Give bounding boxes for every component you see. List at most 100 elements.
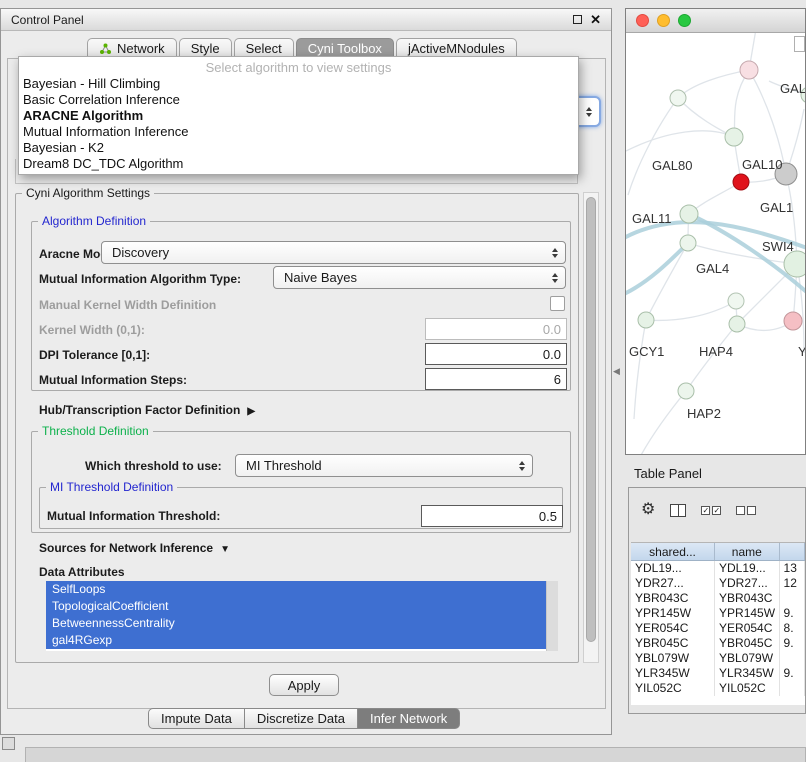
- deselect-all-checkboxes-icon[interactable]: [736, 506, 756, 515]
- menu-item-bayesian-hill-climbing[interactable]: Bayesian - Hill Climbing: [19, 76, 578, 92]
- kernel-width-value: 0.0: [543, 322, 561, 337]
- aracne-mode-select[interactable]: Discovery: [101, 241, 566, 264]
- menu-item-mutual-information-inference[interactable]: Mutual Information Inference: [19, 124, 578, 140]
- gear-icon[interactable]: ⚙: [641, 502, 655, 518]
- network-node[interactable]: [784, 251, 805, 277]
- network-edge: [646, 301, 736, 320]
- threshold-definition-title: Threshold Definition: [38, 424, 153, 438]
- network-node[interactable]: [725, 128, 743, 146]
- data-attributes-list[interactable]: SelfLoopsTopologicalCoefficientBetweenne…: [46, 581, 546, 651]
- unchecked-box-icon: [736, 506, 745, 515]
- panel-toggle-button[interactable]: [2, 737, 15, 750]
- network-node[interactable]: [728, 293, 744, 309]
- network-window-titlebar: [626, 9, 805, 33]
- splitter-collapse-handle[interactable]: ◀: [613, 366, 620, 377]
- mi-steps-label: Mutual Information Steps:: [39, 373, 187, 387]
- table-row[interactable]: YDR27...YDR27...12: [631, 576, 805, 591]
- settings-scrollbar-thumb[interactable]: [586, 197, 596, 642]
- network-edge: [640, 391, 686, 454]
- kernel-width-label: Kernel Width (0,1):: [39, 323, 145, 337]
- attribute-item-gal4rgexp[interactable]: gal4RGexp: [46, 632, 546, 649]
- node-label-gcy1: GCY1: [629, 344, 664, 359]
- table-body: YDL19...YDL19...13YDR27...YDR27...12YBR0…: [631, 561, 805, 696]
- node-label-gal80: GAL80: [652, 158, 692, 173]
- network-node[interactable]: [740, 61, 758, 79]
- network-node[interactable]: [733, 174, 749, 190]
- close-button[interactable]: [636, 14, 649, 27]
- node-label-gal11: GAL11: [632, 211, 672, 226]
- column-header-extra[interactable]: [780, 543, 805, 560]
- table-cell: 9.: [780, 606, 805, 621]
- node-label-gal8: GAL8: [780, 81, 805, 96]
- network-node[interactable]: [729, 316, 745, 332]
- bottom-collapsed-panel-bar[interactable]: [25, 747, 806, 762]
- column-header-shared[interactable]: shared...: [631, 543, 715, 560]
- table-cell: YBR043C: [715, 591, 780, 606]
- menu-item-basic-correlation-inference[interactable]: Basic Correlation Inference: [19, 92, 578, 108]
- apply-button[interactable]: Apply: [269, 674, 339, 696]
- node-table: shared...name YDL19...YDL19...13YDR27...…: [631, 542, 805, 705]
- table-cell: YLR345W: [631, 666, 715, 681]
- network-node[interactable]: [680, 235, 696, 251]
- columns-icon[interactable]: [670, 504, 686, 517]
- network-scrollbar[interactable]: [794, 36, 805, 52]
- table-row[interactable]: YIL052CYIL052C: [631, 681, 805, 696]
- table-cell: YDL19...: [631, 561, 715, 576]
- hub-section-toggle[interactable]: Hub/Transcription Factor Definition▶: [39, 403, 255, 417]
- select-all-checkboxes-icon[interactable]: ✓ ✓: [701, 506, 721, 515]
- attribute-item-betweennesscentrality[interactable]: BetweennessCentrality: [46, 615, 546, 632]
- table-panel-title: Table Panel: [634, 466, 702, 481]
- close-icon[interactable]: ✕: [590, 13, 601, 26]
- zoom-button[interactable]: [678, 14, 691, 27]
- menu-item-bayesian-k2[interactable]: Bayesian - K2: [19, 140, 578, 156]
- kernel-width-field[interactable]: 0.0: [425, 318, 567, 340]
- algorithm-dropdown-menu: Select algorithm to view settings Bayesi…: [18, 56, 579, 175]
- network-node[interactable]: [680, 205, 698, 223]
- bottom-tab-impute-data[interactable]: Impute Data: [148, 708, 245, 729]
- network-node[interactable]: [670, 90, 686, 106]
- table-row[interactable]: YER054CYER054C8.: [631, 621, 805, 636]
- table-row[interactable]: YPR145WYPR145W9.: [631, 606, 805, 621]
- bottom-tab-infer-network[interactable]: Infer Network: [358, 708, 460, 729]
- node-label-gal4: GAL4: [696, 261, 729, 276]
- undock-icon[interactable]: [573, 15, 582, 24]
- table-row[interactable]: YBR045CYBR045C9.: [631, 636, 805, 651]
- mi-type-select[interactable]: Naive Bayes: [273, 266, 566, 289]
- minimize-button[interactable]: [657, 14, 670, 27]
- network-node[interactable]: [678, 383, 694, 399]
- table-cell: YPR145W: [715, 606, 780, 621]
- checked-box-icon: ✓: [701, 506, 710, 515]
- dpi-tolerance-label: DPI Tolerance [0,1]:: [39, 348, 150, 362]
- table-panel-window: ⚙ ✓ ✓ shared...name YDL19...YDL19...13YD…: [628, 487, 806, 714]
- attributes-scrollbar[interactable]: [546, 581, 558, 651]
- updown-arrows-icon: [586, 107, 592, 117]
- attribute-item-selfloops[interactable]: SelfLoops: [46, 581, 546, 598]
- menu-item-dream8-dc-tdc-algorithm[interactable]: Dream8 DC_TDC Algorithm: [19, 156, 578, 172]
- attribute-item-topologicalcoefficient[interactable]: TopologicalCoefficient: [46, 598, 546, 615]
- settings-scrollbar[interactable]: [583, 192, 599, 663]
- table-cell: YBR045C: [631, 636, 715, 651]
- mi-steps-field[interactable]: 6: [425, 368, 567, 390]
- table-cell: [780, 651, 805, 666]
- table-cell: YIL052C: [631, 681, 715, 696]
- network-node[interactable]: [638, 312, 654, 328]
- table-row[interactable]: YDL19...YDL19...13: [631, 561, 805, 576]
- network-node[interactable]: [784, 312, 802, 330]
- table-row[interactable]: YLR345WYLR345W9.: [631, 666, 805, 681]
- column-header-name[interactable]: name: [715, 543, 780, 560]
- table-row[interactable]: YBL079WYBL079W: [631, 651, 805, 666]
- network-canvas-svg: GAL8GAL80GAL10GAL1GAL11SWI4GAL4GCY1HAP4Y…: [626, 33, 805, 454]
- table-row[interactable]: YBR043CYBR043C: [631, 591, 805, 606]
- control-panel-window: Control Panel ✕ NetworkStyleSelectCyni T…: [0, 8, 612, 735]
- mi-threshold-value: 0.5: [539, 509, 557, 524]
- manual-kernel-checkbox[interactable]: [550, 296, 565, 311]
- mi-threshold-field[interactable]: 0.5: [421, 505, 563, 527]
- hub-section-label: Hub/Transcription Factor Definition: [39, 403, 240, 417]
- bottom-tab-discretize-data[interactable]: Discretize Data: [245, 708, 358, 729]
- sources-section-toggle[interactable]: Sources for Network Inference▼: [39, 541, 230, 555]
- dpi-tolerance-field[interactable]: 0.0: [425, 343, 567, 365]
- network-edge: [626, 131, 734, 151]
- which-threshold-select[interactable]: MI Threshold: [235, 454, 533, 477]
- menu-item-aracne-algorithm[interactable]: ARACNE Algorithm: [19, 108, 578, 124]
- control-panel-titlebar: Control Panel ✕: [1, 9, 611, 31]
